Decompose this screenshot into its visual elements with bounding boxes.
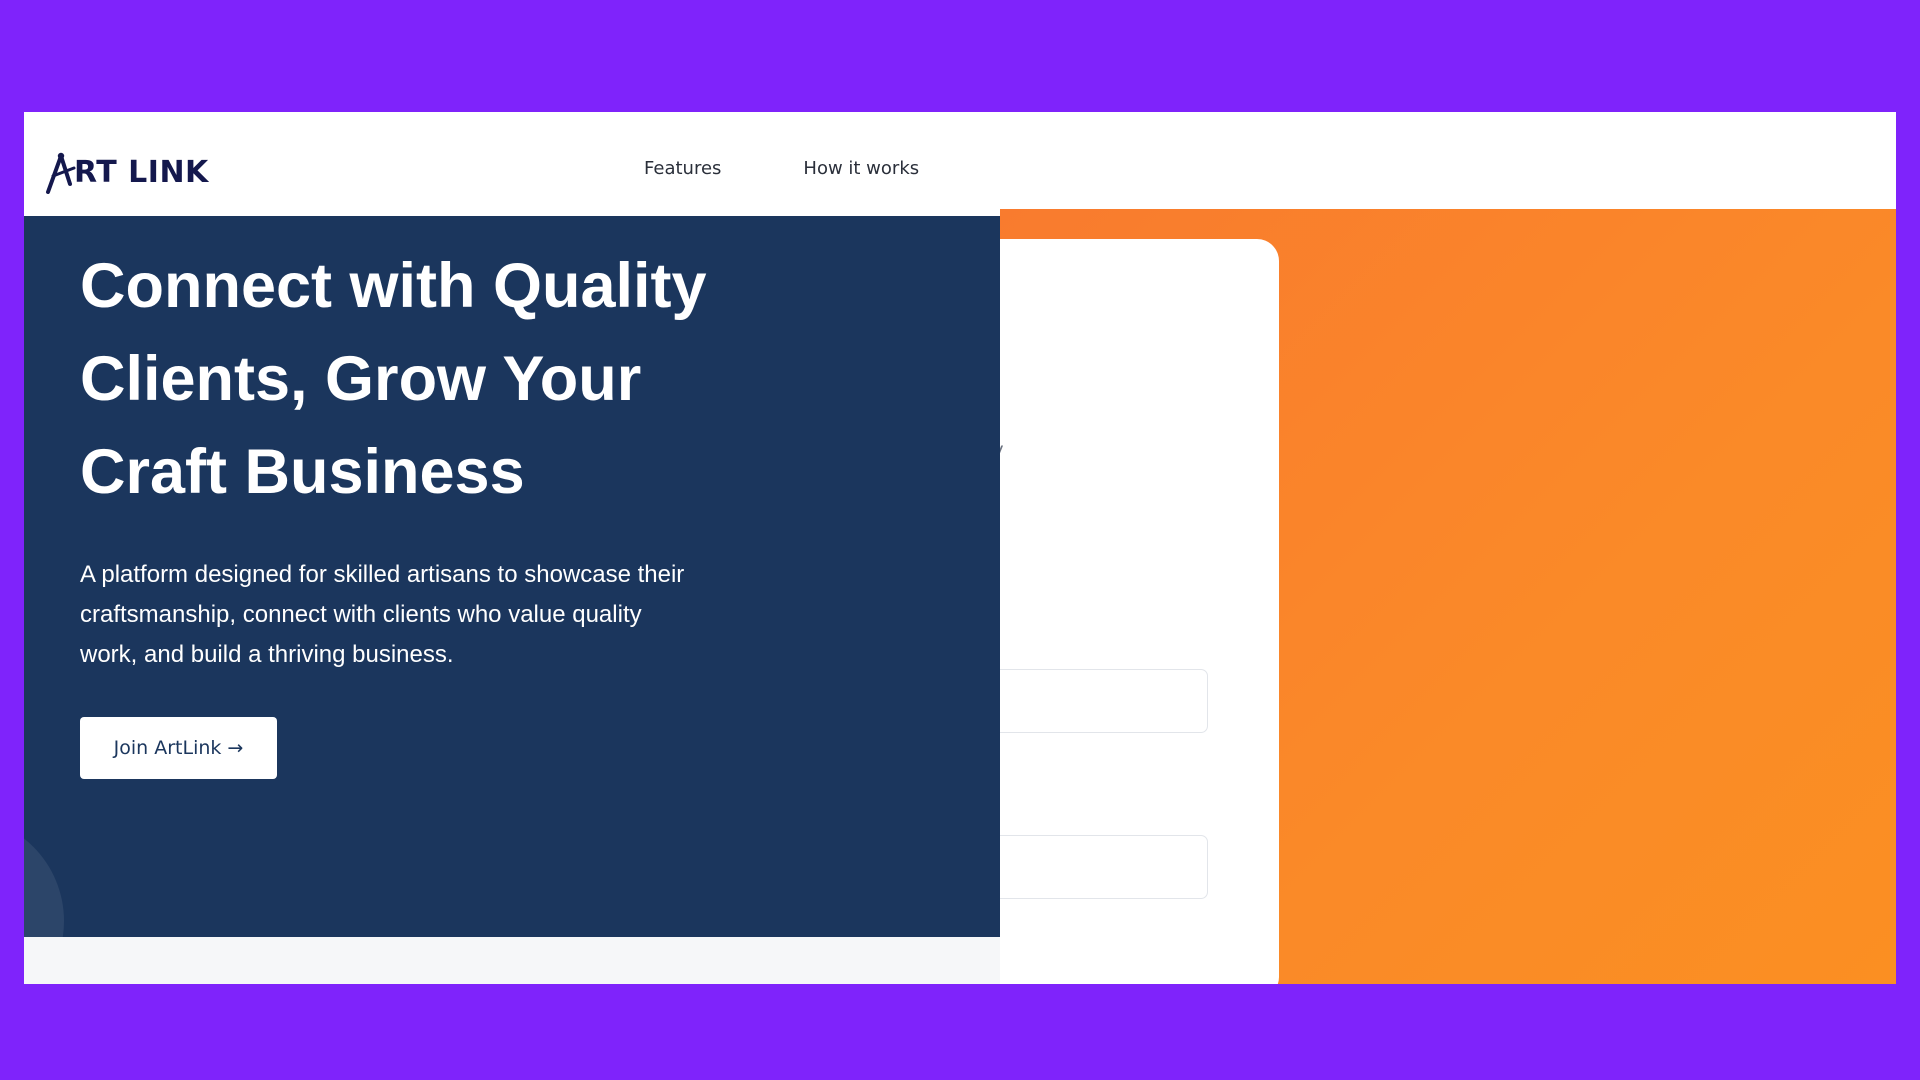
hero-description: A platform designed for skilled artisans…	[80, 555, 740, 675]
hero-title: Connect with Quality Clients, Grow Your …	[80, 240, 880, 519]
hero-section: Connect with Quality Clients, Grow Your …	[24, 216, 1000, 937]
compass-a-logo-icon	[46, 152, 76, 194]
browser-viewport: xclusive el t your hostel journey RT LIN…	[24, 112, 1896, 984]
hero-description-line-3: work, and build a thriving business.	[80, 641, 454, 668]
hero-description-line-1: A platform designed for skilled artisans…	[80, 561, 685, 588]
main-nav: Features How it works	[644, 158, 919, 179]
join-artlink-button[interactable]: Join ArtLink →	[80, 717, 277, 779]
hero-title-line-2: Clients, Grow Your	[80, 344, 642, 414]
logo-text: RT LINK	[74, 154, 209, 190]
section-divider-strip	[24, 937, 1000, 984]
hero-title-line-3: Craft Business	[80, 437, 525, 507]
site-header: RT LINK Features How it works	[24, 112, 1896, 209]
decorative-circle	[24, 816, 64, 937]
hero-title-line-1: Connect with Quality	[80, 251, 707, 321]
artlink-logo[interactable]: RT LINK	[44, 148, 209, 196]
nav-link-features[interactable]: Features	[644, 158, 721, 179]
nav-link-how-it-works[interactable]: How it works	[803, 158, 919, 179]
hero-description-line-2: craftsmanship, connect with clients who …	[80, 601, 642, 628]
